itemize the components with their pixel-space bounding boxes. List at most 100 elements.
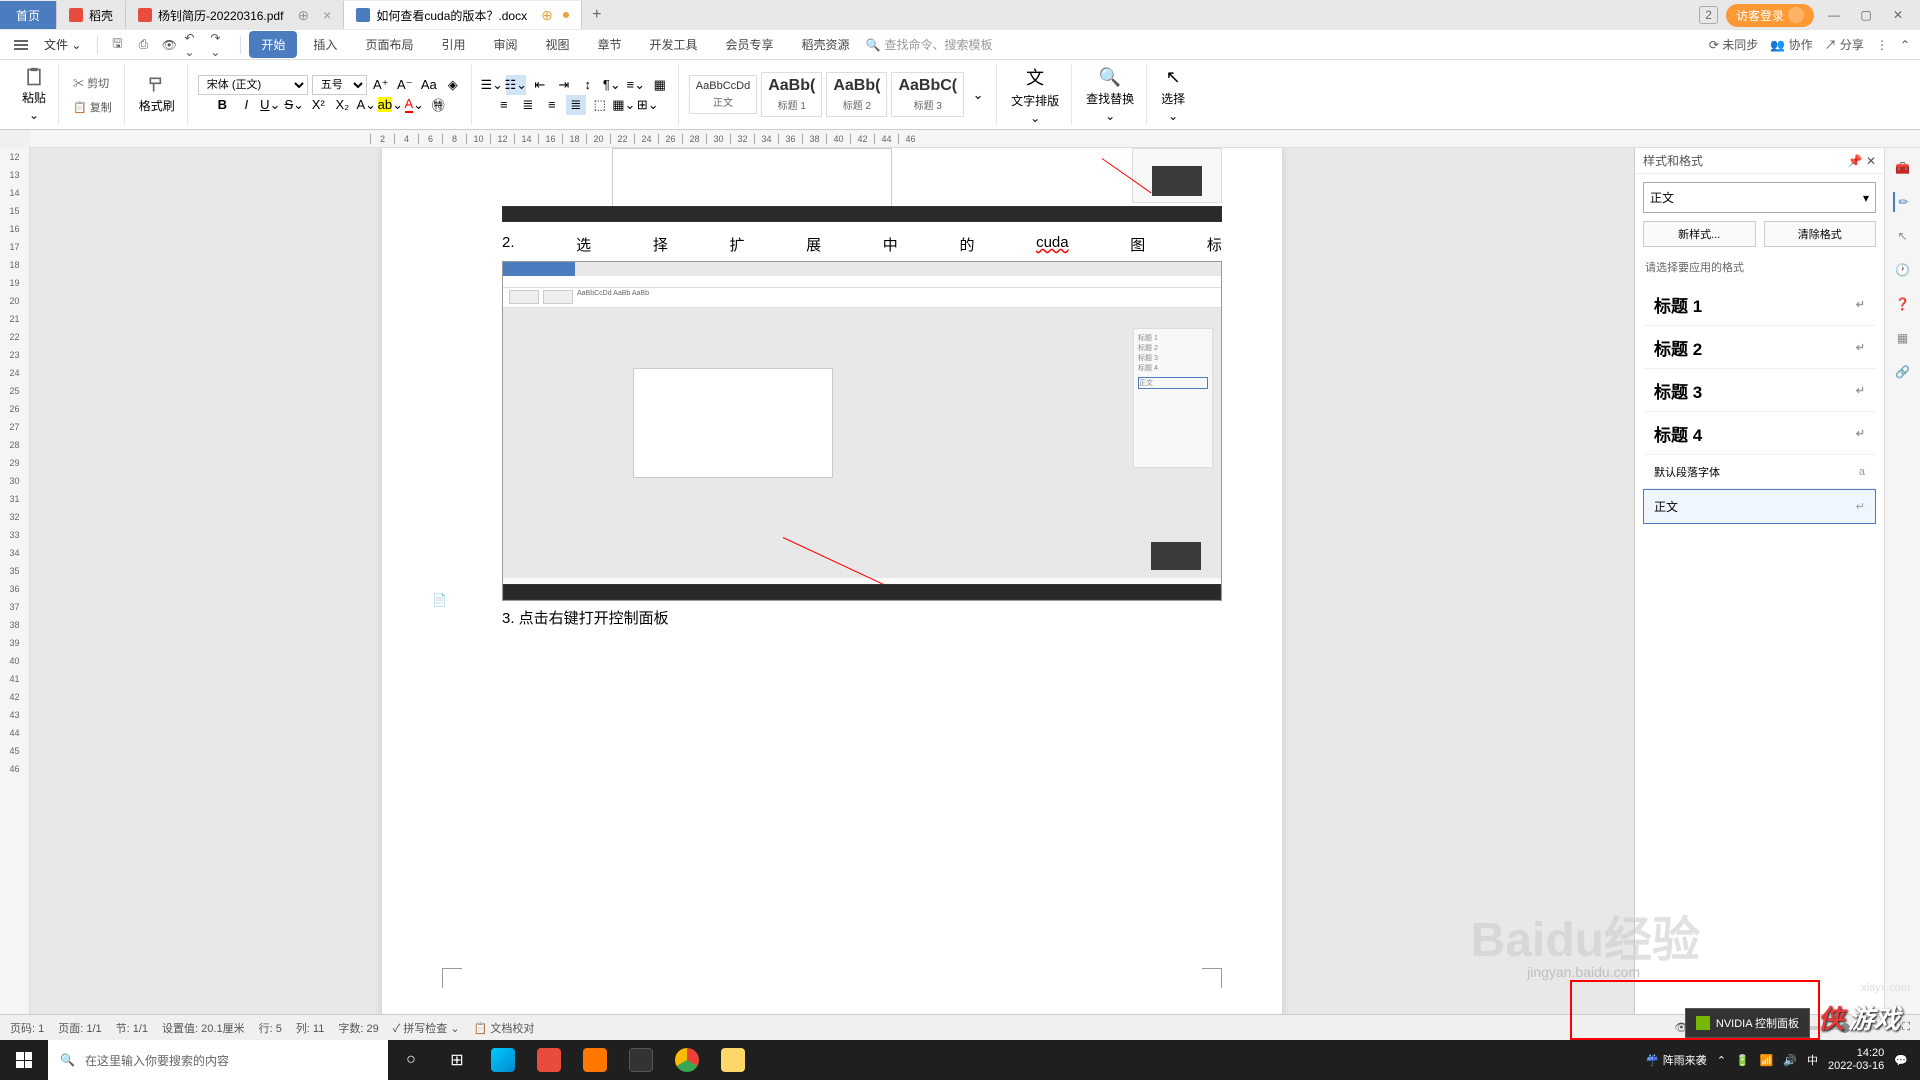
style-item-h4[interactable]: 标题 4↵: [1643, 412, 1876, 455]
toolbox-icon[interactable]: 🧰: [1893, 158, 1913, 178]
menu-tab-reference[interactable]: 引用: [429, 31, 477, 58]
paragraph-handle-icon[interactable]: 📄: [432, 593, 447, 607]
status-doccheck[interactable]: 📋 文档校对: [474, 1020, 535, 1036]
increase-indent-button[interactable]: ⇥: [554, 75, 574, 95]
bullets-button[interactable]: ☰⌄: [482, 75, 502, 95]
status-words[interactable]: 字数: 29: [338, 1020, 378, 1036]
format-painter-button[interactable]: 格式刷: [135, 71, 179, 118]
tab-close-icon[interactable]: ×: [323, 7, 331, 23]
style-h2[interactable]: AaBb(标题 2: [826, 72, 887, 117]
distribute-button[interactable]: ⬚: [590, 95, 610, 115]
font-color-button[interactable]: A⌄: [404, 95, 424, 115]
doc-text-line2[interactable]: 2.选择扩展中的cuda图标: [502, 228, 1222, 261]
menu-tab-layout[interactable]: 页面布局: [353, 31, 425, 58]
status-page[interactable]: 页面: 1/1: [58, 1020, 101, 1036]
preview-icon[interactable]: 👁: [158, 34, 180, 56]
tab-pdf[interactable]: 杨钊简历-20220316.pdf ⊕ ×: [126, 1, 344, 29]
styles-more-icon[interactable]: ⌄: [968, 85, 988, 105]
select-button[interactable]: ↖ 选择⌄: [1157, 63, 1189, 127]
style-h3[interactable]: AaBbC(标题 3: [891, 72, 964, 117]
current-style-select[interactable]: 正文▾: [1643, 182, 1876, 213]
show-marks-button[interactable]: ¶⌄: [602, 75, 622, 95]
wps-app[interactable]: [526, 1040, 572, 1080]
app-orange[interactable]: [572, 1040, 618, 1080]
status-pagenum[interactable]: 页码: 1: [10, 1020, 44, 1036]
file-menu[interactable]: 文件 ⌄: [36, 32, 89, 57]
ruler-vertical[interactable]: 1213141516171819202122232425262728293031…: [0, 148, 30, 1050]
login-button[interactable]: 访客登录: [1726, 4, 1814, 27]
borders-button[interactable]: ▦: [650, 75, 670, 95]
align-left-button[interactable]: ≡: [494, 95, 514, 115]
text-effects-button[interactable]: A⌄: [356, 95, 376, 115]
explorer-app[interactable]: [710, 1040, 756, 1080]
close-panel-icon[interactable]: ✕: [1866, 154, 1876, 168]
bold-button[interactable]: B: [212, 95, 232, 115]
clock-icon[interactable]: 🕐: [1893, 260, 1913, 280]
share-button[interactable]: ↗ 分享: [1825, 36, 1864, 53]
tray-ime-icon[interactable]: 中: [1807, 1052, 1818, 1068]
increase-font-icon[interactable]: A⁺: [371, 75, 391, 95]
app-dark[interactable]: [618, 1040, 664, 1080]
style-item-h3[interactable]: 标题 3↵: [1643, 369, 1876, 412]
ruler-horizontal[interactable]: 2468101214161820222426283032343638404244…: [30, 130, 1920, 148]
tab-menu-icon[interactable]: ⊕: [541, 7, 553, 24]
menu-tab-view[interactable]: 视图: [533, 31, 581, 58]
tabs-button[interactable]: ⊞⌄: [638, 95, 658, 115]
style-item-default-font[interactable]: 默认段落字体a: [1643, 455, 1876, 489]
italic-button[interactable]: I: [236, 95, 256, 115]
tray-wifi-icon[interactable]: 📶: [1760, 1054, 1774, 1067]
style-item-body[interactable]: 正文↵: [1643, 489, 1876, 524]
notification-icon[interactable]: 💬: [1894, 1054, 1908, 1067]
document-page[interactable]: 2.选择扩展中的cuda图标 AaBbCcDd AaBb AaBb 标题 1标题…: [382, 148, 1282, 1048]
task-view-icon[interactable]: ⊞: [434, 1040, 480, 1080]
cursor-icon[interactable]: ↖: [1893, 226, 1913, 246]
weather-widget[interactable]: ☔ 阵雨来袭: [1646, 1052, 1707, 1068]
tray-clock[interactable]: 14:20 2022-03-16: [1828, 1047, 1884, 1073]
numbering-button[interactable]: ☷⌄: [506, 75, 526, 95]
redo-icon[interactable]: ↷ ⌄: [210, 34, 232, 56]
pencil-icon[interactable]: ✏: [1893, 192, 1913, 212]
clear-format-button[interactable]: 清除格式: [1764, 221, 1877, 247]
align-center-button[interactable]: ≣: [518, 95, 538, 115]
chrome-app[interactable]: [664, 1040, 710, 1080]
document-viewport[interactable]: 2.选择扩展中的cuda图标 AaBbCcDd AaBb AaBb 标题 1标题…: [30, 148, 1634, 1050]
link-icon[interactable]: 🔗: [1893, 362, 1913, 382]
change-case-icon[interactable]: Aa: [419, 75, 439, 95]
nvidia-tooltip[interactable]: NVIDIA 控制面板: [1685, 1008, 1810, 1038]
font-size-select[interactable]: 五号: [312, 75, 367, 95]
font-family-select[interactable]: 宋体 (正文): [198, 75, 308, 95]
coop-button[interactable]: 👥 协作: [1770, 36, 1812, 53]
new-tab-button[interactable]: +: [582, 6, 612, 24]
justify-button[interactable]: ≣: [566, 95, 586, 115]
find-replace-button[interactable]: 🔍 查找替换⌄: [1082, 63, 1138, 127]
command-search[interactable]: 🔍 查找命令、搜索模板: [866, 36, 993, 53]
style-body[interactable]: AaBbCcDd正文: [689, 75, 757, 114]
taskbar-search[interactable]: 🔍 在这里输入你要搜索的内容: [48, 1040, 388, 1080]
fullscreen-icon[interactable]: ⛶: [1902, 1021, 1910, 1034]
style-h1[interactable]: AaBb(标题 1: [761, 72, 822, 117]
menu-tab-section[interactable]: 章节: [586, 31, 634, 58]
help-icon[interactable]: ❓: [1893, 294, 1913, 314]
doc-text-line3[interactable]: 3. 点击右键打开控制面板: [502, 601, 1222, 634]
sort-button[interactable]: ↕: [578, 75, 598, 95]
tab-home[interactable]: 首页: [0, 1, 57, 29]
strikethrough-button[interactable]: S⌄: [284, 95, 304, 115]
tray-volume-icon[interactable]: 🔊: [1783, 1054, 1797, 1067]
status-spellcheck[interactable]: ✓ 拼写检查 ⌄: [393, 1020, 460, 1036]
shading-button[interactable]: ▦⌄: [614, 95, 634, 115]
decrease-font-icon[interactable]: A⁻: [395, 75, 415, 95]
menu-tab-start[interactable]: 开始: [249, 31, 297, 58]
minimize-button[interactable]: —: [1822, 3, 1846, 27]
more-icon[interactable]: ⋮: [1876, 38, 1888, 52]
clear-format-icon[interactable]: ◈: [443, 75, 463, 95]
underline-button[interactable]: U⌄: [260, 95, 280, 115]
menu-tab-resource[interactable]: 稻壳资源: [790, 31, 862, 58]
maximize-button[interactable]: ▢: [1854, 3, 1878, 27]
unsync-button[interactable]: ⟳ 未同步: [1709, 36, 1758, 53]
tray-chevron-icon[interactable]: ⌃: [1717, 1054, 1726, 1067]
collapse-ribbon-icon[interactable]: ⌃: [1900, 38, 1910, 52]
tray-battery-icon[interactable]: 🔋: [1736, 1054, 1750, 1067]
menu-tab-review[interactable]: 审阅: [481, 31, 529, 58]
tab-daoke[interactable]: 稻壳: [57, 1, 126, 29]
badge-icon[interactable]: 2: [1699, 6, 1718, 24]
